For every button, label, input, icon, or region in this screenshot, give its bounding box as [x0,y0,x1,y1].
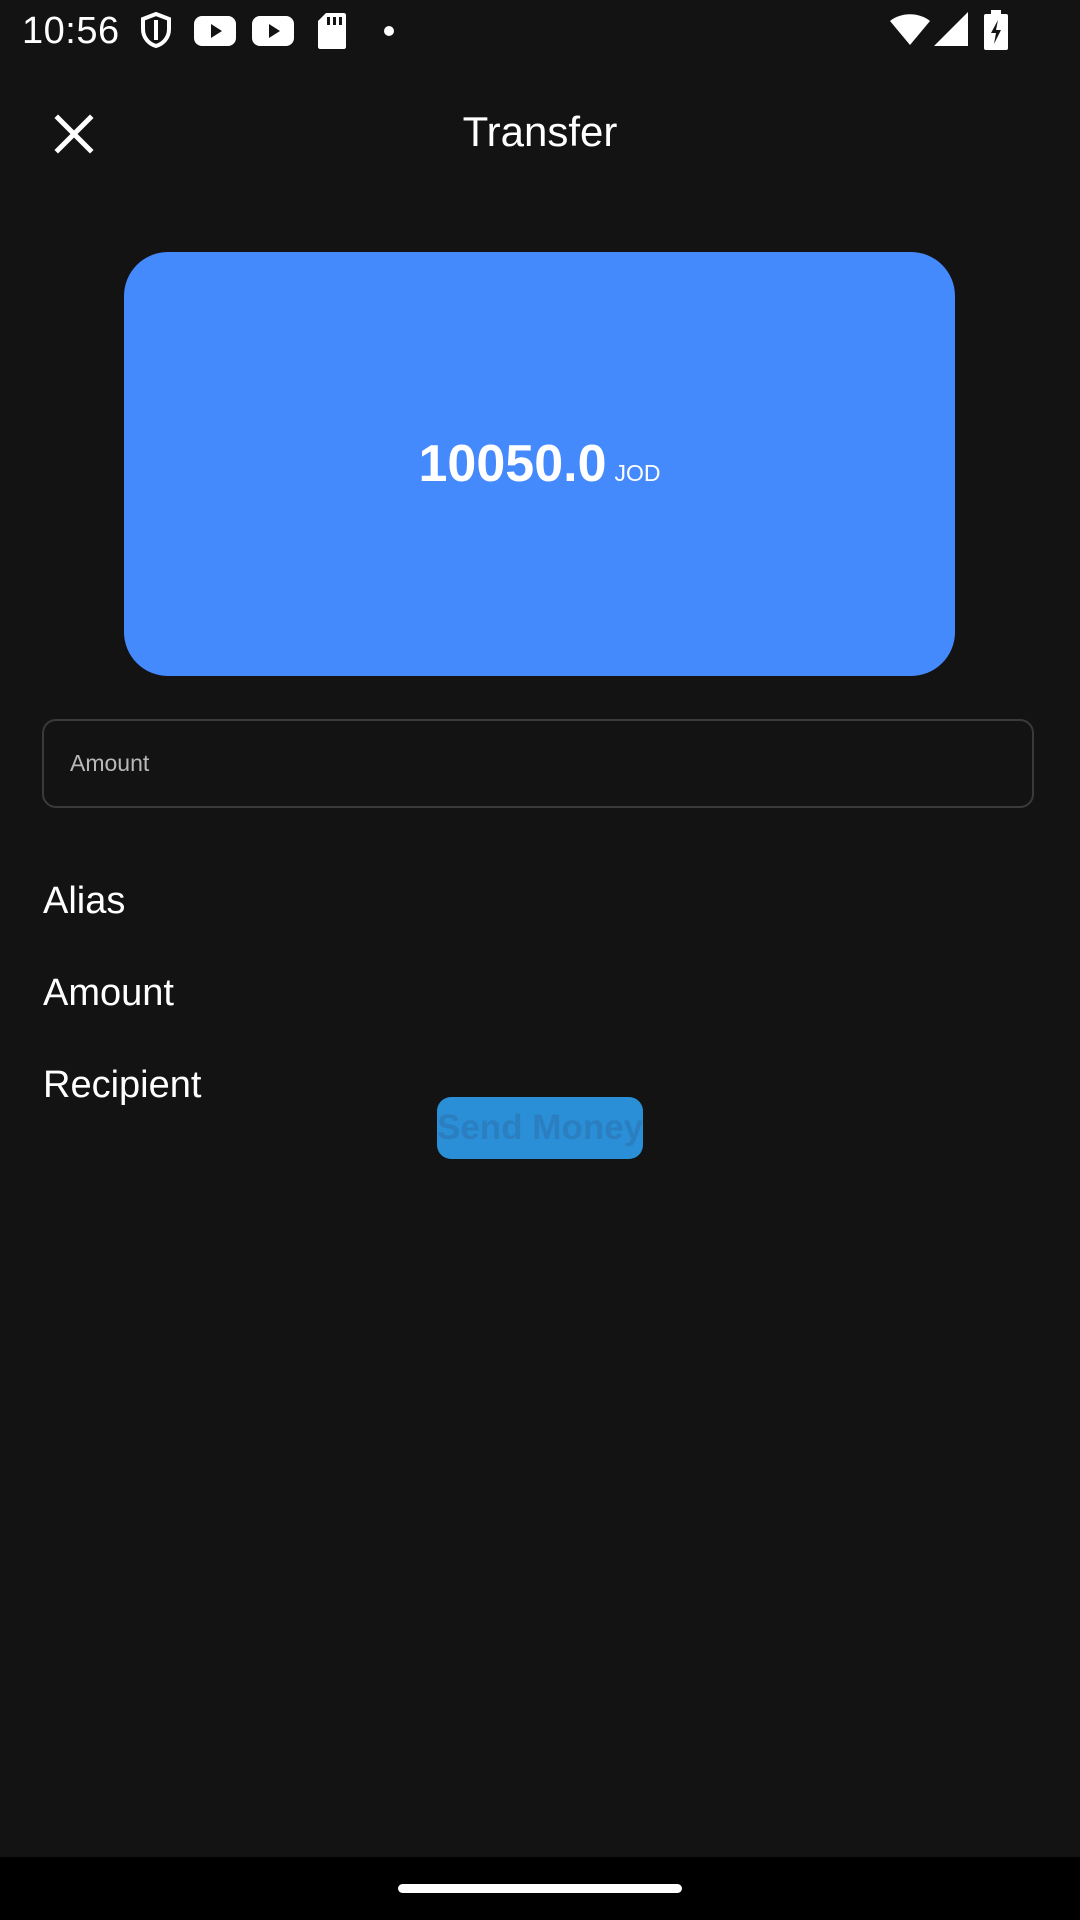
signal-icon [934,12,968,46]
battery-charging-icon [984,10,1008,50]
balance-row: 10050.0 JOD [419,434,661,494]
balance-card: 10050.0 JOD [124,252,955,676]
status-time: 10:56 [22,10,120,52]
alias-label: Alias [43,880,126,922]
home-indicator[interactable] [398,1884,682,1893]
sd-card-icon [318,13,346,49]
balance-amount: 10050.0 [418,435,607,493]
page-title: Transfer [462,108,618,155]
balance-currency: JOD [614,460,661,486]
dot-icon [384,26,394,36]
status-bar: 10:56 [0,0,1080,62]
transfer-screen: 10:56 Transfer 10050.0 JOD Amount Alias … [0,0,1080,1920]
wifi-icon [890,14,930,45]
send-money-button[interactable]: Send Money [437,1097,643,1159]
youtube-icon [252,16,294,46]
youtube-icon [194,16,236,46]
shield-icon [141,12,171,48]
amount-label: Amount [43,972,174,1014]
recipient-label: Recipient [43,1064,202,1106]
amount-input[interactable] [42,719,1034,808]
